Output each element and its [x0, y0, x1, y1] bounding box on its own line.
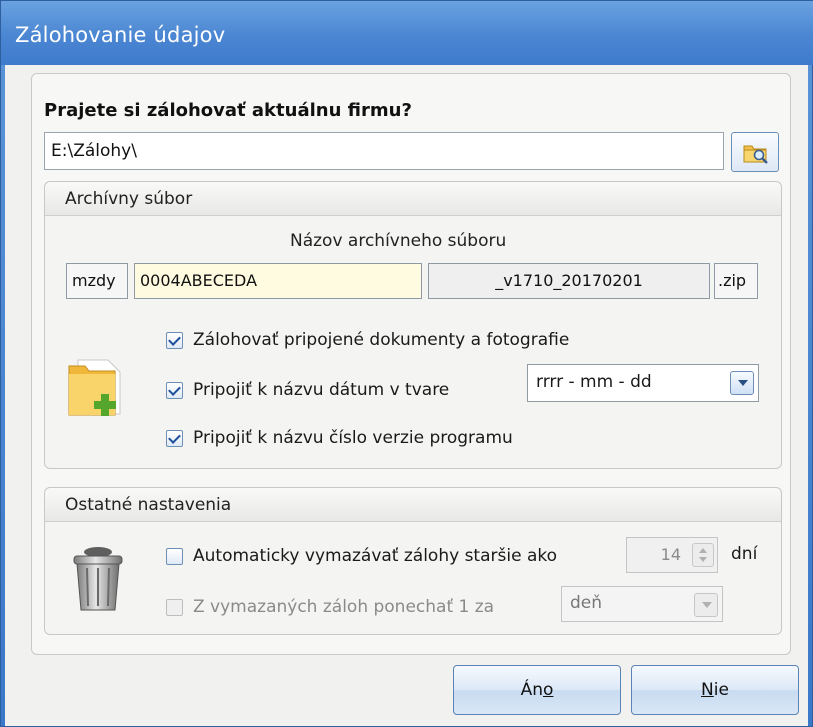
append-version-checkbox[interactable]	[166, 429, 183, 447]
other-settings-group-header: Ostatné nastavenia	[45, 488, 781, 522]
archive-extension-field: .zip	[714, 263, 758, 299]
browse-folder-button[interactable]	[731, 132, 779, 172]
date-format-value: rrrr - mm - dd	[536, 372, 652, 392]
no-button[interactable]: Nie	[631, 665, 799, 715]
archive-file-group-header: Archívny súbor	[45, 182, 781, 216]
no-button-label: Nie	[701, 680, 729, 700]
trash-bin-icon	[73, 547, 123, 611]
keep-one-label: Z vymazaných záloh ponechať 1 za	[193, 597, 495, 617]
delete-days-stepper: 14	[626, 537, 718, 573]
append-version-label: Pripojiť k názvu číslo verzie programu	[193, 428, 513, 448]
backup-question: Prajete si zálohovať aktuálnu firmu?	[44, 100, 412, 121]
keep-period-select: deň	[561, 586, 723, 622]
attach-documents-label: Zálohovať pripojené dokumenty a fotograf…	[193, 330, 570, 350]
attach-documents-checkbox[interactable]	[166, 331, 183, 349]
company-code-input[interactable]: 0004ABECEDA	[134, 263, 422, 299]
archive-suffix-field: _v1710_20170201	[428, 263, 710, 299]
folder-add-icon	[68, 359, 121, 416]
archive-file-group-title: Archívny súbor	[65, 189, 193, 209]
archive-file-group: Archívny súbor	[44, 181, 782, 469]
other-settings-group-title: Ostatné nastavenia	[65, 495, 232, 515]
option-attach-documents[interactable]: Zálohovať pripojené dokumenty a fotograf…	[166, 330, 569, 350]
archive-prefix-field: mzdy	[66, 263, 128, 299]
archive-name-label: Názov archívneho súboru	[290, 231, 507, 251]
backup-path-input[interactable]	[44, 132, 724, 170]
delete-days-value: 14	[660, 545, 681, 564]
window-title: Zálohovanie údajov	[15, 23, 226, 47]
append-date-label: Pripojiť k názvu dátum v tvare	[193, 380, 450, 400]
option-append-date[interactable]: Pripojiť k názvu dátum v tvare	[166, 380, 449, 400]
spin-arrows-icon	[692, 543, 714, 567]
chevron-down-icon	[694, 593, 718, 617]
folder-search-icon	[743, 145, 768, 164]
date-format-select[interactable]: rrrr - mm - dd	[527, 364, 759, 402]
option-keep-one: Z vymazaných záloh ponechať 1 za	[166, 597, 494, 617]
chevron-down-icon[interactable]	[730, 371, 754, 395]
title-bar[interactable]: Zálohovanie údajov	[1, 1, 813, 65]
option-append-version[interactable]: Pripojiť k názvu číslo verzie programu	[166, 428, 513, 448]
keep-period-value: deň	[570, 593, 603, 613]
keep-one-checkbox	[166, 598, 183, 616]
yes-button[interactable]: Áno	[453, 665, 621, 715]
days-unit-label: dní	[731, 544, 758, 564]
option-auto-delete[interactable]: Automaticky vymazávať zálohy staršie ako	[166, 546, 557, 566]
yes-button-label: Áno	[520, 680, 554, 700]
auto-delete-label: Automaticky vymazávať zálohy staršie ako	[193, 546, 558, 566]
append-date-checkbox[interactable]	[166, 381, 183, 399]
auto-delete-checkbox[interactable]	[166, 547, 183, 565]
